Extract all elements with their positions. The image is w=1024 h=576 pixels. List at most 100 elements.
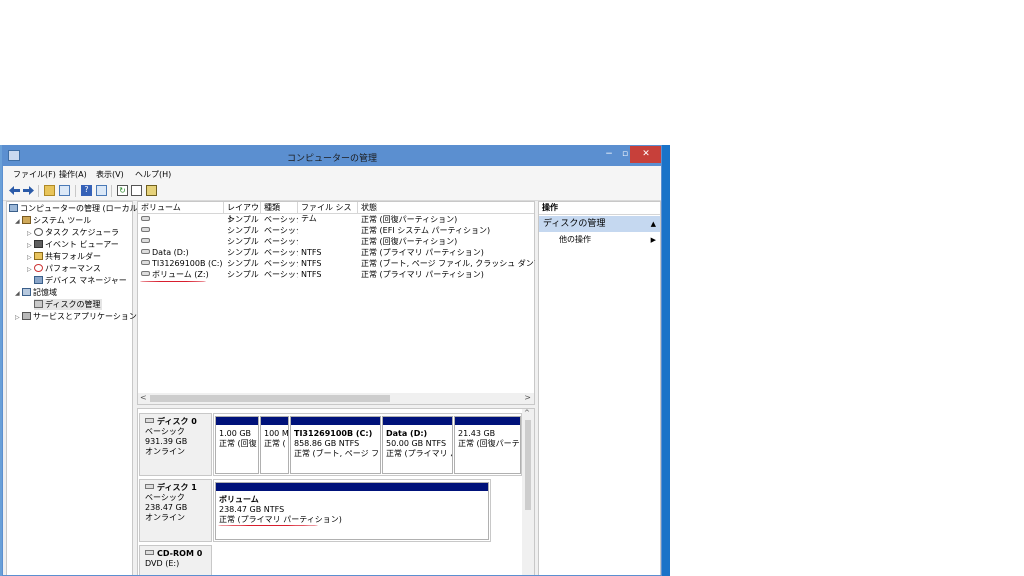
scroll-right-arrow-icon[interactable]: > [524,393,531,402]
toolbar: ? ↻ [3,182,661,201]
tree-item-storage[interactable]: ◢ 記憶域 [15,287,57,298]
collapse-arrow-icon[interactable]: ◢ [15,288,22,299]
disk-1-label[interactable]: ディスク 1 ベーシック 238.47 GB オンライン [139,479,212,542]
storage-icon [22,288,31,296]
actions-section-disk-management[interactable]: ディスクの管理 ▲ [539,216,660,232]
partition[interactable]: 1.00 GB 正常 (回復 [215,416,259,474]
volume-status: 正常 (回復パーティション) [361,215,458,224]
volume-status: 正常 (ブート, ページ ファイル, クラッシュ ダンプ, プライマ [361,259,535,268]
horizontal-scrollbar[interactable]: < > [138,393,534,404]
close-button[interactable]: ✕ [630,146,661,163]
menu-action[interactable]: 操作(A) [59,169,87,180]
disk-name: CD-ROM 0 [157,549,203,558]
column-header-filesystem[interactable]: ファイル システム [298,202,358,223]
expand-arrow-icon[interactable]: ▷ [27,240,34,251]
column-header-type[interactable]: 種類 [261,202,298,213]
scroll-left-arrow-icon[interactable]: < [140,393,147,402]
tree-item-label: イベント ビューアー [45,240,119,249]
checklist-icon[interactable] [131,185,142,196]
refresh-icon[interactable]: ↻ [117,185,128,196]
expand-arrow-icon[interactable]: ▷ [27,228,34,239]
tools-icon [22,216,31,224]
drive-icon [141,249,150,254]
tree-item-event-viewer[interactable]: ▷ イベント ビューアー [27,239,119,250]
table-row[interactable]: TI31269100B (C:) シンプル ベーシック NTFS 正常 (ブート… [138,258,535,269]
disk-type: ベーシック [145,493,185,502]
annotation-underline [218,525,318,526]
properties-icon[interactable] [146,185,157,196]
back-arrow-icon[interactable] [9,185,20,196]
partition-status: 正常 (回復 [219,439,257,448]
drive-icon [141,216,150,221]
partition[interactable]: ボリューム 238.47 GB NTFS 正常 (プライマリ パーティション) [215,482,489,540]
scroll-up-arrow-icon[interactable]: ^ [524,409,530,417]
partition[interactable]: 100 M 正常 ( [260,416,289,474]
navigation-tree: コンピューターの管理 (ローカル) ◢ システム ツール ▷ タスク スケジューラ … [6,201,141,575]
tree-item-disk-management[interactable]: ディスクの管理 [34,299,103,310]
scroll-thumb[interactable] [525,420,531,510]
computer-icon [9,204,18,212]
partition[interactable]: 21.43 GB 正常 (回復パーテ [454,416,521,474]
disk-icon [145,418,154,423]
tree-item-label: サービスとアプリケーション [33,312,137,321]
disk-0-label[interactable]: ディスク 0 ベーシック 931.39 GB オンライン [139,413,212,476]
partition-status: 正常 (ブート, ページ ファ [294,449,381,458]
tree-item-task-scheduler[interactable]: ▷ タスク スケジューラ [27,227,119,238]
scroll-thumb[interactable] [150,395,390,402]
action-more-actions[interactable]: 他の操作 ▶ [559,234,660,246]
partition-size: 858.86 GB NTFS [294,439,360,448]
disk-size: 238.47 GB [145,503,188,512]
table-row[interactable]: ボリューム (Z:) シンプル ベーシック NTFS 正常 (プライマリ パーテ… [138,269,534,280]
disk-map: ^ ディスク 0 ベーシック 931.39 GB オンライン 1.00 GB 正常… [137,408,535,575]
partition-band [216,417,258,425]
column-header-layout[interactable]: レイアウト [224,202,261,223]
column-header-status[interactable]: 状態 [358,202,536,213]
partition-band [261,417,288,425]
volume-filesystem: NTFS [301,270,322,279]
up-folder-icon[interactable] [44,185,55,196]
partition-name: TI31269100B (C:) [294,429,373,438]
disk-name: ディスク 0 [157,417,197,426]
tree-item-device-manager[interactable]: デバイス マネージャー [34,275,127,286]
show-hide-tree-icon[interactable] [59,185,70,196]
cdrom-icon [145,550,154,555]
volume-name: Data (D:) [152,248,189,257]
tree-item-performance[interactable]: ▷ パフォーマンス [27,263,101,274]
volume-type: ベーシック [264,226,298,235]
tree-item-shared-folders[interactable]: ▷ 共有フォルダー [27,251,101,262]
toolbar-separator [75,185,76,197]
menu-file[interactable]: ファイル(F) [13,169,56,180]
help-icon[interactable]: ? [81,185,92,196]
tree-item-computer-management[interactable]: コンピューターの管理 (ローカル) [9,203,141,214]
menu-view[interactable]: 表示(V) [96,169,124,180]
table-row[interactable]: Data (D:) シンプル ベーシック NTFS 正常 (プライマリ パーティ… [138,247,534,258]
partition[interactable]: TI31269100B (C:) 858.86 GB NTFS 正常 (ブート, ペ… [290,416,381,474]
table-row[interactable]: シンプル ベーシック 正常 (回復パーティション) [138,236,534,247]
disk-0-partitions: 1.00 GB 正常 (回復 100 M 正常 ( TI31269100B (C:)… [213,413,522,476]
expand-arrow-icon[interactable]: ▷ [27,252,34,263]
tree-item-system-tools[interactable]: ◢ システム ツール [15,215,91,226]
partition[interactable]: Data (D:) 50.00 GB NTFS 正常 (プライマリ パ [382,416,453,474]
device-manager-icon [34,276,43,284]
partition-size: 100 M [264,429,289,438]
column-header-volume[interactable]: ボリューム [138,202,224,213]
table-row[interactable]: シンプル ベーシック 正常 (回復パーティション) [138,214,534,225]
collapse-arrow-icon[interactable]: ◢ [15,216,22,227]
volume-status: 正常 (回復パーティション) [361,237,458,246]
expand-arrow-icon[interactable]: ▷ [27,264,34,275]
volume-name: TI31269100B (C:) [152,259,223,268]
disk-icon [145,484,154,489]
expand-arrow-icon[interactable]: ▷ [15,312,22,323]
cdrom-0-label[interactable]: CD-ROM 0 DVD (E:) [139,545,212,575]
forward-arrow-icon[interactable] [23,185,34,196]
show-action-pane-icon[interactable] [96,185,107,196]
table-row[interactable]: シンプル ベーシック 正常 (EFI システム パーティション) [138,225,534,236]
collapse-caret-icon[interactable]: ▲ [651,216,656,232]
title-bar[interactable]: コンピューターの管理 − ▫ ✕ [3,146,661,166]
vertical-scrollbar[interactable]: ^ [522,409,534,575]
submenu-arrow-icon: ▶ [650,236,656,244]
tree-item-services-applications[interactable]: ▷ サービスとアプリケーション [15,311,137,322]
menu-help[interactable]: ヘルプ(H) [135,169,171,180]
volume-type: ベーシック [264,237,298,246]
partition-size: 21.43 GB [458,429,496,438]
